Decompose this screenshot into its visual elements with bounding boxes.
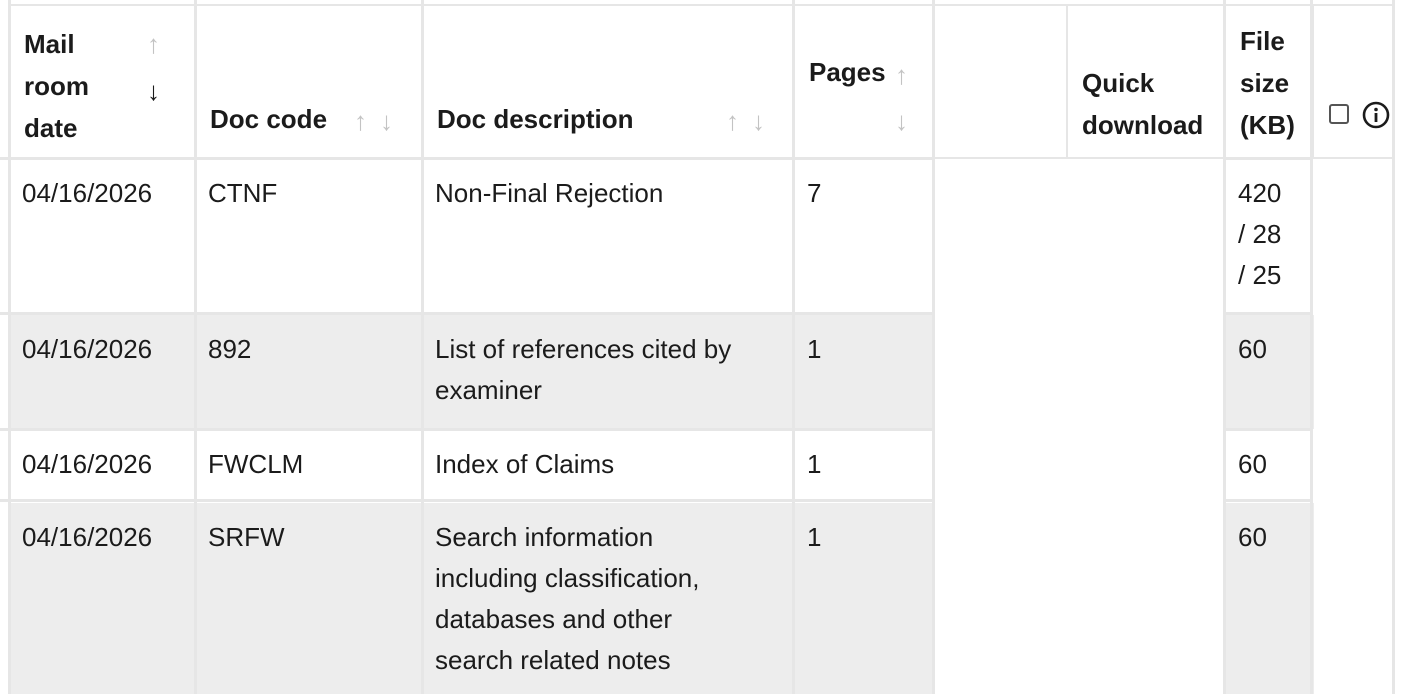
table-row-4-file-size: 60 — [1224, 503, 1314, 694]
table-row-1-pages: 7 — [793, 159, 935, 314]
table-row-3-file-size: 60 — [1224, 430, 1314, 500]
table-row-4-doc-description[interactable]: Search information including classificat… — [421, 503, 795, 694]
row-divider — [0, 499, 935, 502]
row-divider — [0, 157, 935, 160]
header-file-size-label: File size (KB) — [1240, 26, 1295, 140]
header-empty — [933, 4, 1068, 159]
header-pages-label: Pages — [809, 57, 886, 87]
row-divider — [1223, 157, 1313, 160]
table-row-2-doc-description[interactable]: List of references cited by examiner — [421, 315, 795, 429]
table-row-1-file-size: 420 / 28 / 25 — [1224, 159, 1314, 314]
column-divider — [1223, 0, 1226, 694]
header-file-size: File size (KB) — [1224, 4, 1314, 159]
table-row-4-date: 04/16/2026 — [8, 503, 196, 694]
select-all-checkbox-icon[interactable] — [1329, 104, 1349, 124]
column-divider — [1310, 0, 1313, 694]
table-row-1-date: 04/16/2026 — [8, 159, 196, 314]
header-quick-download: Quick download — [1066, 4, 1226, 159]
header-pages[interactable]: Pages ↑ ↓ — [793, 4, 935, 159]
table-row-3-date: 04/16/2026 — [8, 430, 196, 500]
sort-down-icon[interactable]: ↓ — [895, 107, 908, 135]
sort-down-icon[interactable]: ↓ — [380, 107, 393, 135]
sort-up-icon[interactable]: ↑ — [726, 107, 739, 135]
table-row-2-doc-code[interactable]: 892 — [194, 315, 423, 429]
column-divider — [932, 0, 935, 694]
table-row-1-doc-description[interactable]: Non-Final Rejection — [421, 159, 795, 314]
row-divider — [1223, 499, 1313, 502]
header-doc-description[interactable]: Doc description ↑ ↓ — [421, 4, 795, 159]
table-row-3-doc-description[interactable]: Index of Claims — [421, 430, 795, 500]
info-icon[interactable] — [1362, 101, 1390, 129]
table-row-2-date: 04/16/2026 — [8, 315, 196, 429]
vertical-scrollbar[interactable] — [1392, 0, 1416, 694]
header-mail-room-date-label: Mail room date — [24, 29, 89, 143]
table-row-3-pages: 1 — [793, 430, 935, 500]
sort-up-icon[interactable]: ↑ — [895, 61, 908, 89]
header-doc-code-label: Doc code — [210, 104, 328, 134]
sort-down-icon[interactable]: ↓ — [752, 107, 765, 135]
column-divider — [421, 0, 424, 694]
column-divider — [792, 0, 795, 694]
header-mail-room-date[interactable]: Mail room date ↑ ↓ — [8, 4, 196, 159]
column-divider — [194, 0, 197, 694]
row-divider — [0, 428, 935, 431]
row-divider — [0, 312, 935, 315]
sort-up-icon[interactable]: ↑ — [354, 107, 367, 135]
header-doc-description-label: Doc description — [437, 104, 634, 134]
table-row-3-doc-code[interactable]: FWCLM — [194, 430, 423, 500]
row-divider — [1223, 312, 1313, 315]
table-row-2-file-size: 60 — [1224, 315, 1314, 429]
header-doc-code[interactable]: Doc code ↑ ↓ — [194, 4, 423, 159]
sort-up-icon[interactable]: ↑ — [147, 30, 160, 58]
sort-down-icon[interactable]: ↓ — [147, 77, 160, 105]
table-row-4-pages: 1 — [793, 503, 935, 694]
table-row-4-doc-code[interactable]: SRFW — [194, 503, 423, 694]
row-divider — [1223, 428, 1313, 431]
table-row-1-doc-code[interactable]: CTNF — [194, 159, 423, 314]
column-divider — [8, 0, 11, 694]
header-quick-download-label: Quick download — [1082, 68, 1204, 140]
table-row-2-pages: 1 — [793, 315, 935, 429]
